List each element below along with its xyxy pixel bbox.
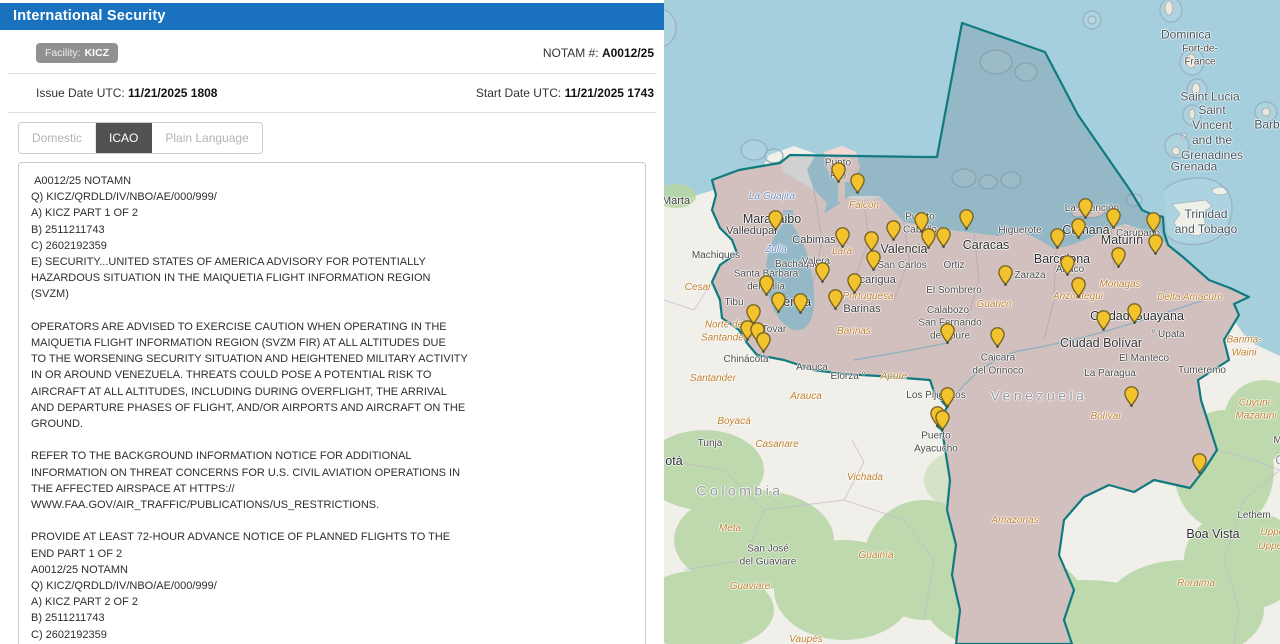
- map-pin[interactable]: [850, 173, 865, 194]
- issue-date: Issue Date UTC: 11/21/2025 1808: [36, 86, 217, 100]
- map-pin[interactable]: [835, 227, 850, 248]
- notam-number-label: NOTAM #:: [543, 46, 599, 60]
- map-pin[interactable]: [1071, 277, 1086, 298]
- map-pin[interactable]: [1078, 198, 1093, 219]
- map-pin[interactable]: [864, 231, 879, 252]
- map-pin[interactable]: [847, 273, 862, 294]
- map-pin[interactable]: [768, 210, 783, 231]
- pin-icon: [1148, 235, 1161, 254]
- map-pin[interactable]: [866, 250, 881, 271]
- notam-text: A0012/25 NOTAMN Q) KICZ/QRDLD/IV/NBO/AE/…: [31, 173, 633, 644]
- pin-icon: [1060, 256, 1073, 274]
- map-pin[interactable]: [1106, 208, 1121, 229]
- map-pin[interactable]: [935, 410, 950, 431]
- pin-icon: [847, 274, 860, 293]
- pin-icon: [1192, 454, 1205, 473]
- pin-icon: [756, 333, 769, 352]
- pin-icon: [990, 328, 1003, 347]
- pin-icon: [850, 174, 863, 193]
- map-pin[interactable]: [828, 289, 843, 310]
- map-pin[interactable]: [940, 387, 955, 408]
- notam-text-box: A0012/25 NOTAMN Q) KICZ/QRDLD/IV/NBO/AE/…: [18, 162, 646, 644]
- map-canvas[interactable]: MartaValleduparMachiquesLa GuajiraMaraca…: [664, 0, 1280, 644]
- pin-icon: [768, 211, 781, 230]
- map-pin[interactable]: [815, 262, 830, 283]
- map-pin[interactable]: [756, 332, 771, 353]
- map-pin[interactable]: [990, 327, 1005, 348]
- map-pin[interactable]: [793, 293, 808, 314]
- map-pin[interactable]: [1192, 453, 1207, 474]
- map-pin[interactable]: [1146, 212, 1161, 233]
- pin-icon: [866, 251, 879, 269]
- tab-plain-language[interactable]: Plain Language: [152, 123, 261, 153]
- pin-icon: [886, 221, 899, 240]
- pin-icon: [1106, 209, 1119, 228]
- map-pin[interactable]: [1127, 303, 1142, 324]
- pin-icon: [998, 266, 1011, 285]
- map-pin[interactable]: [1060, 255, 1075, 276]
- pin-icon: [831, 163, 844, 182]
- notam-viewer: International Security Facility: KICZ NO…: [0, 0, 1280, 644]
- facility-label: Facility:: [45, 47, 81, 59]
- map-pin[interactable]: [831, 162, 846, 183]
- pin-icon: [935, 411, 948, 430]
- pin-icon: [1071, 219, 1084, 238]
- facility-value: KICZ: [85, 47, 110, 59]
- pin-icon: [959, 210, 972, 229]
- map-pin[interactable]: [1071, 218, 1086, 239]
- map-pin[interactable]: [1050, 228, 1065, 249]
- pin-icon: [1124, 387, 1137, 406]
- tab-domestic[interactable]: Domestic: [19, 123, 96, 153]
- pin-icon: [1146, 213, 1159, 232]
- pin-icon: [864, 232, 877, 251]
- pin-icon: [1050, 229, 1063, 248]
- pin-icon: [793, 294, 806, 313]
- map-pin[interactable]: [771, 292, 786, 313]
- pin-icon: [835, 228, 848, 247]
- pin-icon: [936, 228, 949, 247]
- map-pin[interactable]: [1096, 310, 1111, 331]
- pin-icon: [1127, 304, 1140, 323]
- tab-icao[interactable]: ICAO: [96, 123, 152, 153]
- pin-icon: [1071, 278, 1084, 297]
- map-pin[interactable]: [998, 265, 1013, 286]
- pin-icon: [921, 229, 934, 248]
- notam-number-value: A0012/25: [602, 46, 654, 60]
- pin-icon: [940, 388, 953, 407]
- pin-icon: [1111, 248, 1124, 266]
- pin-icon: [828, 290, 841, 309]
- map-pin[interactable]: [1111, 247, 1126, 268]
- start-date: Start Date UTC: 11/21/2025 1743: [476, 86, 654, 100]
- map-pin[interactable]: [940, 323, 955, 344]
- pin-icon: [815, 263, 828, 282]
- map-pin[interactable]: [936, 227, 951, 248]
- facility-badge: Facility: KICZ: [36, 43, 118, 63]
- pin-icon: [771, 293, 784, 312]
- map-pin[interactable]: [1124, 386, 1139, 407]
- page-title: International Security: [0, 3, 664, 30]
- map-pin[interactable]: [1148, 234, 1163, 255]
- notam-number: NOTAM #: A0012/25: [543, 46, 654, 60]
- pin-icon: [940, 324, 953, 343]
- pin-icon: [1096, 311, 1109, 330]
- pin-icon: [1078, 199, 1091, 218]
- format-tabs: Domestic ICAO Plain Language: [18, 122, 263, 154]
- notam-detail-panel: International Security Facility: KICZ NO…: [0, 0, 664, 644]
- map-pin[interactable]: [886, 220, 901, 241]
- map-pin[interactable]: [959, 209, 974, 230]
- divider: [8, 112, 656, 113]
- map-pin[interactable]: [921, 228, 936, 249]
